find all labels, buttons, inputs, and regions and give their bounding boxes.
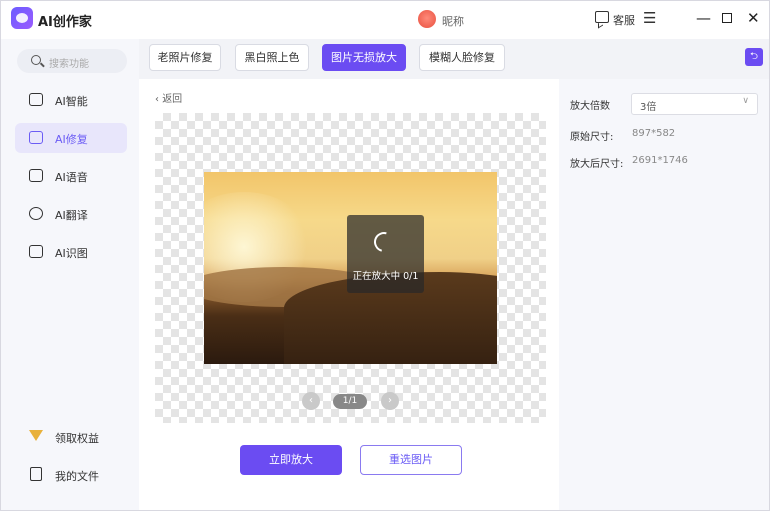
service-label[interactable]: 客服 (613, 12, 635, 28)
chevron-left-icon: ‹ (155, 94, 159, 105)
page-counter: 1/1 (333, 394, 367, 409)
scale-label: 放大倍数 (570, 101, 610, 112)
enlarged-size-value: 2691*1746 (632, 155, 688, 166)
menu-icon[interactable]: ☰ (643, 11, 656, 26)
next-page-button[interactable]: › (381, 392, 399, 410)
settings-panel: 放大倍数 3倍 ∨ 原始尺寸: 897*582 放大后尺寸: 2691*1746 (559, 79, 769, 510)
original-size-value: 897*582 (632, 128, 676, 139)
sidebar-item-label: AI识图 (55, 247, 88, 260)
chevron-down-icon: ∨ (742, 96, 749, 106)
sidebar-item-label: AI语音 (55, 171, 88, 184)
loading-text: 正在放大中 0/1 (352, 271, 419, 282)
main-content: 老照片修复 黑白照上色 图片无损放大 模糊人脸修复 ‹ 返回 正在放大中 0/1… (139, 39, 769, 510)
image-canvas: 正在放大中 0/1 ‹ 1/1 › (155, 113, 546, 423)
crown-icon (29, 430, 43, 441)
sidebar-item-label: AI智能 (55, 95, 88, 108)
reselect-image-button[interactable]: 重选图片 (360, 445, 462, 475)
enlarged-size-label: 放大后尺寸: (570, 159, 624, 170)
app-title: AI创作家 (38, 15, 92, 30)
sidebar-item-benefits[interactable]: 领取权益 (15, 423, 127, 451)
search-icon (31, 55, 41, 65)
sidebar-item-ai-voice[interactable]: AI语音 (15, 161, 127, 191)
loading-overlay: 正在放大中 0/1 (347, 215, 424, 293)
sidebar: 搜索功能 AI智能 AI修复 AI语音 AI翻译 AI识图 领取权益 我的文件 (1, 39, 139, 510)
scale-value: 3倍 (640, 102, 657, 113)
voice-icon (29, 169, 43, 182)
sidebar-item-label: 领取权益 (55, 432, 99, 445)
spinner-icon (370, 228, 398, 256)
sidebar-item-my-files[interactable]: 我的文件 (15, 461, 127, 489)
close-button[interactable]: ✕ (747, 8, 760, 28)
collapse-panel-button[interactable]: ⮌ (745, 48, 763, 66)
sidebar-item-ai-smart[interactable]: AI智能 (15, 85, 127, 115)
tab-bar: 老照片修复 黑白照上色 图片无损放大 模糊人脸修复 (139, 39, 769, 79)
sidebar-item-ai-recognize[interactable]: AI识图 (15, 237, 127, 267)
search-input[interactable]: 搜索功能 (17, 49, 127, 73)
sidebar-item-ai-repair[interactable]: AI修复 (15, 123, 127, 153)
sidebar-item-ai-translate[interactable]: AI翻译 (15, 199, 127, 229)
original-size-label: 原始尺寸: (570, 132, 614, 143)
app-window: AI创作家 昵称 客服 ☰ — ✕ 搜索功能 AI智能 AI修复 AI语音 AI… (0, 0, 770, 511)
maximize-icon (722, 13, 732, 23)
avatar[interactable] (418, 10, 436, 28)
sidebar-item-label: AI修复 (55, 133, 88, 146)
image-recognize-icon (29, 245, 43, 258)
title-bar: AI创作家 昵称 客服 ☰ — ✕ (1, 1, 769, 39)
nickname-label[interactable]: 昵称 (442, 13, 464, 29)
enlarge-button[interactable]: 立即放大 (240, 445, 342, 475)
tab-lossless-enlarge[interactable]: 图片无损放大 (322, 44, 406, 71)
maximize-button[interactable] (722, 8, 732, 28)
chat-service-icon[interactable] (595, 11, 609, 23)
app-logo-icon (11, 7, 33, 29)
tab-face-repair[interactable]: 模糊人脸修复 (419, 44, 505, 71)
sidebar-item-label: AI翻译 (55, 209, 88, 222)
repair-icon (29, 131, 43, 144)
tab-old-photo-repair[interactable]: 老照片修复 (149, 44, 221, 71)
prev-page-button[interactable]: ‹ (302, 392, 320, 410)
translate-icon (29, 207, 43, 220)
ai-chip-icon (29, 93, 43, 106)
file-icon (30, 467, 42, 481)
back-link[interactable]: ‹ 返回 (155, 90, 182, 105)
search-placeholder: 搜索功能 (49, 59, 89, 70)
tab-colorize[interactable]: 黑白照上色 (235, 44, 309, 71)
scale-select[interactable]: 3倍 ∨ (631, 93, 758, 115)
sidebar-item-label: 我的文件 (55, 470, 99, 483)
minimize-button[interactable]: — (696, 8, 711, 28)
back-label: 返回 (162, 94, 183, 105)
